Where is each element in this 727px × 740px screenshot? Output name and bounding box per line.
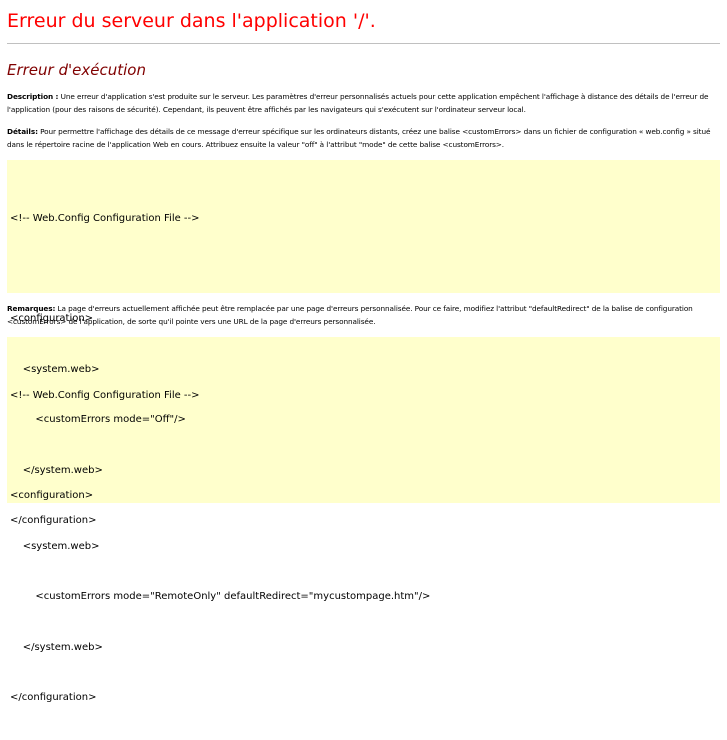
code-line: <system.web>	[10, 540, 100, 552]
code-line: <configuration>	[10, 490, 94, 502]
details-label: Détails:	[7, 127, 38, 136]
code-block-config-off: <!-- Web.Config Configuration File --> <…	[7, 160, 720, 526]
page-title: Erreur du serveur dans l'application '/'…	[7, 10, 376, 32]
details-text: Pour permettre l'affichage des détails d…	[7, 127, 711, 149]
remarks-text: La page d'erreurs actuellement affichée …	[7, 304, 693, 326]
title-divider	[7, 43, 720, 44]
remarks-paragraph: Remarques: La page d'erreurs actuellemen…	[7, 302, 720, 328]
description-text: Une erreur d'application s'est produite …	[7, 92, 709, 114]
description-label: Description :	[7, 92, 59, 101]
error-subtitle: Erreur d'exécution	[7, 61, 146, 79]
code-line: <!-- Web.Config Configuration File -->	[10, 389, 200, 401]
code-line: <!-- Web.Config Configuration File -->	[10, 212, 200, 224]
code-line: </configuration>	[10, 691, 97, 703]
details-paragraph: Détails: Pour permettre l'affichage des …	[7, 125, 720, 151]
code-line: </system.web>	[10, 641, 103, 653]
description-paragraph: Description : Une erreur d'application s…	[7, 90, 720, 116]
code-line: <customErrors mode="RemoteOnly" defaultR…	[10, 591, 431, 603]
remarks-label: Remarques:	[7, 304, 56, 313]
error-page: Erreur du serveur dans l'application '/'…	[7, 0, 720, 703]
